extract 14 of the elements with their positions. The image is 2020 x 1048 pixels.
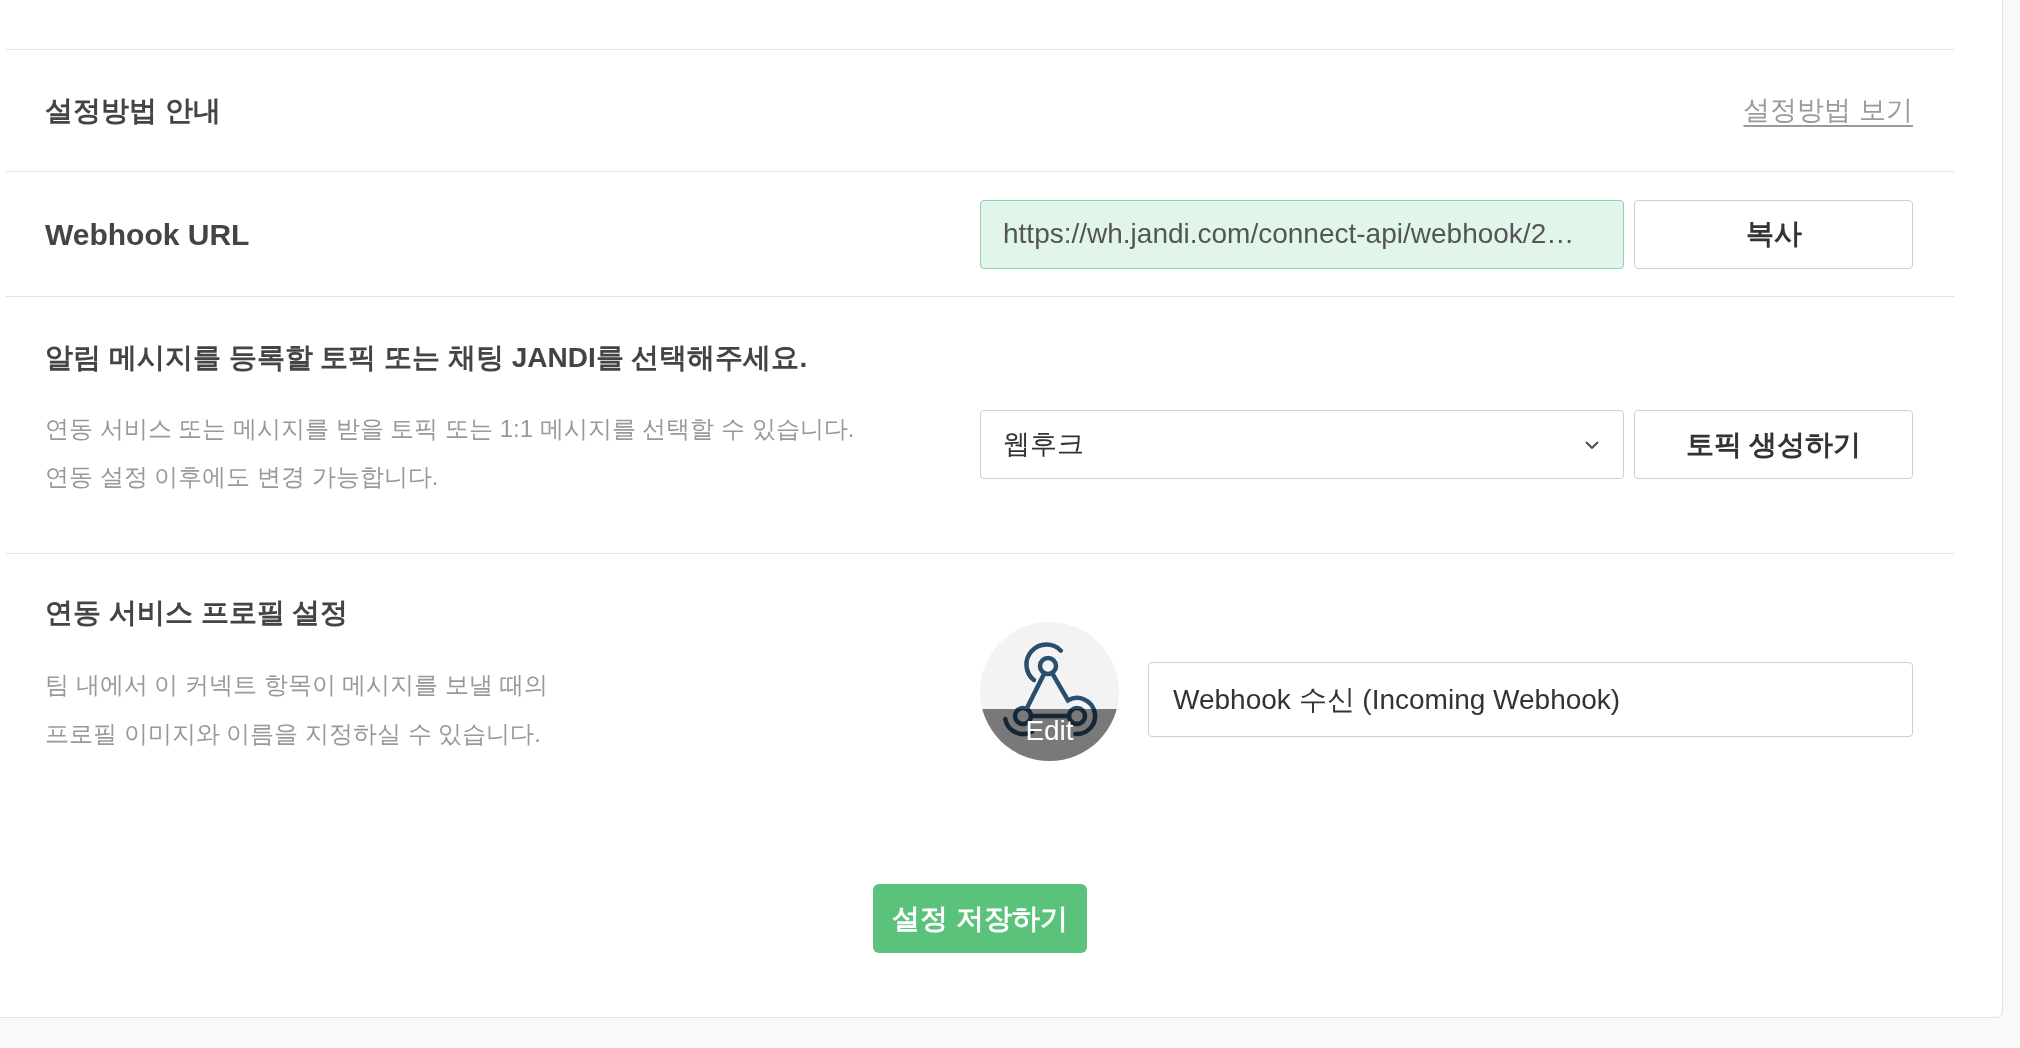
- topic-select[interactable]: 웹후크: [980, 410, 1624, 479]
- field-label: Webhook URL: [45, 217, 250, 251]
- edit-overlay[interactable]: Edit: [980, 709, 1119, 761]
- chevron-down-icon: [1585, 440, 1599, 449]
- url-field[interactable]: https://wh.jandi.com/connect-api/webhook/2…: [980, 199, 1624, 269]
- copy-button[interactable]: 복사: [1634, 199, 1913, 269]
- section-title: 알림 메시지를 등록할 토픽 또는 채팅 JANDI를 선택해주세요.: [45, 341, 809, 375]
- name-field[interactable]: Webhook 수신 (Incoming Webhook): [1148, 662, 1913, 737]
- description-text: 팀 내에서 이 커넥트 항목이 메시지를 보낼 때의 프로필 이미지와 이름을 지정하실 수 있습니다.: [45, 670, 549, 749]
- profile-avatar[interactable]: Edit: [980, 622, 1119, 761]
- description-text: 연동 서비스 또는 메시지를 받을 토픽 또는 1:1 메시지를 선택할 수 있습니다. 연동 설정 이후에도 변경 가능합니다.: [45, 414, 856, 492]
- section-title: 설정방법 안내: [45, 93, 221, 128]
- create-topic-button[interactable]: 토픽 생성하기: [1634, 410, 1913, 479]
- section-title: 연동 서비스 프로필 설정: [45, 596, 350, 630]
